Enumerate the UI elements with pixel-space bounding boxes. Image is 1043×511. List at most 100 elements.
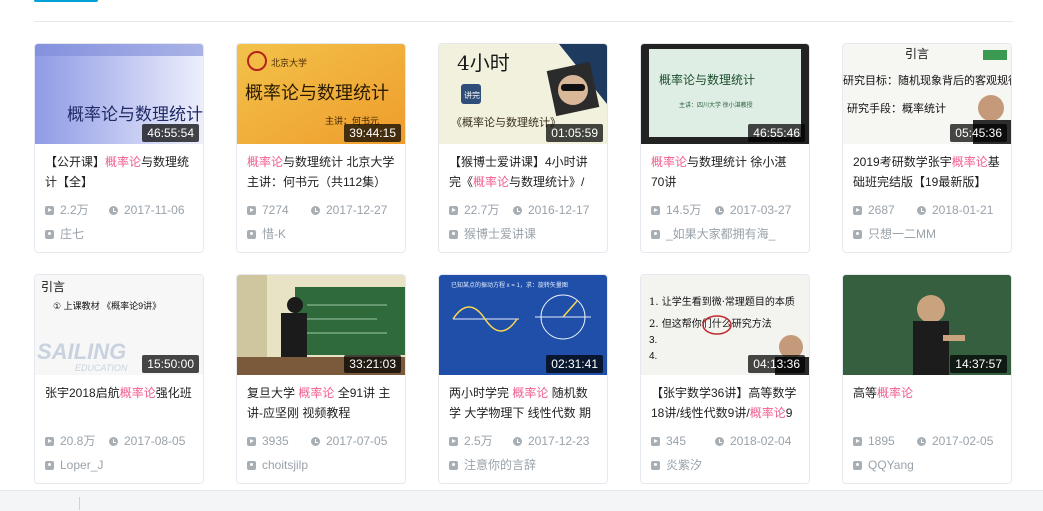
- video-thumbnail[interactable]: 概率论与数理统计 主讲：四川大学 徐小湛教授 46:55:46: [641, 44, 809, 144]
- video-card[interactable]: 引言 ① 上课教材 《概率论9讲》 SAILING EDUCATION 15:5…: [34, 274, 204, 484]
- video-card[interactable]: 概率论与数理统计 46:55:54 【公开课】概率论与数理统计【全】 2.2万 …: [34, 43, 204, 253]
- title-keyword-highlight: 概率论: [512, 386, 549, 400]
- duration-badge: 15:50:00: [142, 355, 199, 373]
- upload-date-value: 2017-08-05: [124, 434, 186, 448]
- play-count-icon: [853, 436, 862, 446]
- play-count: 1895: [853, 433, 895, 449]
- uploader[interactable]: 注意你的言辞: [449, 457, 536, 473]
- video-title[interactable]: 2019考研数学张宇概率论基础班完结版【19最新版】: [853, 152, 1001, 192]
- video-thumbnail[interactable]: 4小时 讲完 《概率论与数理统计》 01:05:59: [439, 44, 607, 144]
- thumb-text: 已知某点的振动方程 x = 1，求：旋转矢量图: [451, 281, 568, 289]
- thumb-text: 4小时: [457, 51, 510, 75]
- uploader-name[interactable]: QQYang: [868, 457, 914, 473]
- video-card[interactable]: 4小时 讲完 《概率论与数理统计》 01:05:59 【猴博士爱讲课】4小时讲完…: [438, 43, 608, 253]
- play-count-value: 345: [666, 434, 687, 448]
- video-stats: 14.5万 2017-03-27: [651, 202, 803, 218]
- uploader-name[interactable]: _如果大家都拥有海_: [666, 226, 775, 242]
- uploader[interactable]: QQYang: [853, 457, 914, 473]
- user-icon: [651, 460, 660, 470]
- duration-badge: 39:44:15: [344, 124, 401, 142]
- user-icon: [449, 460, 458, 470]
- video-title[interactable]: 【张宇数学36讲】高等数学18讲/线性代数9讲/概率论9: [651, 383, 799, 423]
- video-thumbnail[interactable]: 概率论与数理统计 46:55:54: [35, 44, 203, 144]
- thumb-text: 引言: [41, 280, 65, 294]
- thumb-text: EDUCATION: [75, 363, 128, 373]
- uploader-name[interactable]: 猴博士爱讲课: [464, 226, 536, 242]
- duration-badge: 14:37:57: [950, 355, 1007, 373]
- play-count-value: 14.5万: [666, 203, 702, 217]
- play-count-value: 7274: [262, 203, 289, 217]
- section-divider: [34, 21, 1013, 22]
- uploader[interactable]: 炎紫汐: [651, 457, 702, 473]
- video-thumbnail[interactable]: 引言 ① 上课教材 《概率论9讲》 SAILING EDUCATION 15:5…: [35, 275, 203, 375]
- video-card[interactable]: 引言 研究目标：随机现象背后的客观规律 研究手段：概率统计 05:45:36 2…: [842, 43, 1012, 253]
- play-count: 14.5万: [651, 202, 701, 218]
- uploader-name[interactable]: 庄七: [60, 226, 84, 242]
- video-card[interactable]: 33:21:03 复旦大学 概率论 全91讲 主讲-应坚刚 视频教程 3935 …: [236, 274, 406, 484]
- video-title[interactable]: 张宇2018启航概率论强化班: [45, 383, 193, 423]
- upload-date: 2017-07-05: [311, 433, 387, 449]
- play-count-icon: [449, 436, 458, 446]
- video-stats: 345 2018-02-04: [651, 433, 803, 449]
- video-thumbnail[interactable]: 33:21:03: [237, 275, 405, 375]
- play-count-value: 2.5万: [464, 434, 493, 448]
- uploader[interactable]: 只想一二MM: [853, 226, 936, 242]
- play-count: 345: [651, 433, 686, 449]
- clock-icon: [715, 436, 724, 446]
- video-thumbnail[interactable]: 14:37:57: [843, 275, 1011, 375]
- upload-date-value: 2018-02-04: [730, 434, 792, 448]
- thumb-text: 主讲：四川大学 徐小湛教授: [679, 101, 753, 109]
- uploader-name[interactable]: 注意你的言辞: [464, 457, 536, 473]
- video-card[interactable]: 14:37:57 高等概率论 1895 2017-02-05 QQYang: [842, 274, 1012, 484]
- video-title[interactable]: 【猴博士爱讲课】4小时讲完《概率论与数理统计》/: [449, 152, 597, 192]
- uploader-name[interactable]: 惜-K: [262, 226, 286, 242]
- video-title[interactable]: 概率论与数理统计 徐小湛 70讲: [651, 152, 799, 192]
- clock-icon: [109, 205, 118, 215]
- video-title[interactable]: 【公开课】概率论与数理统计【全】: [45, 152, 193, 192]
- title-keyword-highlight: 概率论: [247, 155, 284, 169]
- video-title[interactable]: 两小时学完 概率论 随机数学 大学物理下 线性代数 期: [449, 383, 597, 423]
- user-icon: [449, 229, 458, 239]
- video-title[interactable]: 复旦大学 概率论 全91讲 主讲-应坚刚 视频教程: [247, 383, 395, 423]
- video-title[interactable]: 高等概率论: [853, 383, 1001, 423]
- uploader[interactable]: Loper_J: [45, 457, 103, 473]
- uploader[interactable]: 惜-K: [247, 226, 286, 242]
- title-text: 9: [785, 406, 793, 420]
- video-title[interactable]: 概率论与数理统计 北京大学 主讲：何书元（共112集）: [247, 152, 395, 192]
- play-count-icon: [247, 205, 256, 215]
- play-count: 3935: [247, 433, 289, 449]
- uploader[interactable]: _如果大家都拥有海_: [651, 226, 775, 242]
- video-stats: 1895 2017-02-05: [853, 433, 1005, 449]
- duration-badge: 05:45:36: [950, 124, 1007, 142]
- title-keyword-highlight: 概率论: [105, 155, 142, 169]
- thumb-text: 2. 但这帮你们什么研究方法: [649, 317, 772, 330]
- uploader[interactable]: 猴博士爱讲课: [449, 226, 536, 242]
- uploader-name[interactable]: 炎紫汐: [666, 457, 702, 473]
- title-keyword-highlight: 概率论: [119, 386, 156, 400]
- bottom-toolbar: [0, 490, 1043, 511]
- upload-date-value: 2017-07-05: [326, 434, 388, 448]
- video-card[interactable]: 概率论与数理统计 主讲：四川大学 徐小湛教授 46:55:46 概率论与数理统计…: [640, 43, 810, 253]
- video-thumbnail[interactable]: 1. 让学生看到微·常理题目的本质 2. 但这帮你们什么研究方法 3. 4. 0…: [641, 275, 809, 375]
- title-keyword-highlight: 概率论: [951, 155, 988, 169]
- video-card[interactable]: 已知某点的振动方程 x = 1，求：旋转矢量图 02:31:41 两小时学完 概…: [438, 274, 608, 484]
- upload-date: 2017-08-05: [109, 433, 185, 449]
- video-thumbnail[interactable]: 引言 研究目标：随机现象背后的客观规律 研究手段：概率统计 05:45:36: [843, 44, 1011, 144]
- thumb-text: 讲完: [464, 90, 480, 100]
- title-keyword-highlight: 概率论: [473, 175, 510, 189]
- play-count-icon: [853, 205, 862, 215]
- uploader[interactable]: 庄七: [45, 226, 84, 242]
- title-text: 2019考研数学张宇: [853, 155, 952, 169]
- video-stats: 2.2万 2017-11-06: [45, 202, 197, 218]
- uploader[interactable]: choitsjilp: [247, 457, 308, 473]
- title-text: 复旦大学: [247, 386, 299, 400]
- uploader-name[interactable]: 只想一二MM: [868, 226, 936, 242]
- clock-icon: [311, 436, 320, 446]
- video-card[interactable]: 北京大学 概率论与数理统计 主讲：何书元 39:44:15 概率论与数理统计 北…: [236, 43, 406, 253]
- video-card[interactable]: 1. 让学生看到微·常理题目的本质 2. 但这帮你们什么研究方法 3. 4. 0…: [640, 274, 810, 484]
- uploader-name[interactable]: choitsjilp: [262, 457, 308, 473]
- play-count-icon: [247, 436, 256, 446]
- video-thumbnail[interactable]: 已知某点的振动方程 x = 1，求：旋转矢量图 02:31:41: [439, 275, 607, 375]
- video-thumbnail[interactable]: 北京大学 概率论与数理统计 主讲：何书元 39:44:15: [237, 44, 405, 144]
- uploader-name[interactable]: Loper_J: [60, 457, 103, 473]
